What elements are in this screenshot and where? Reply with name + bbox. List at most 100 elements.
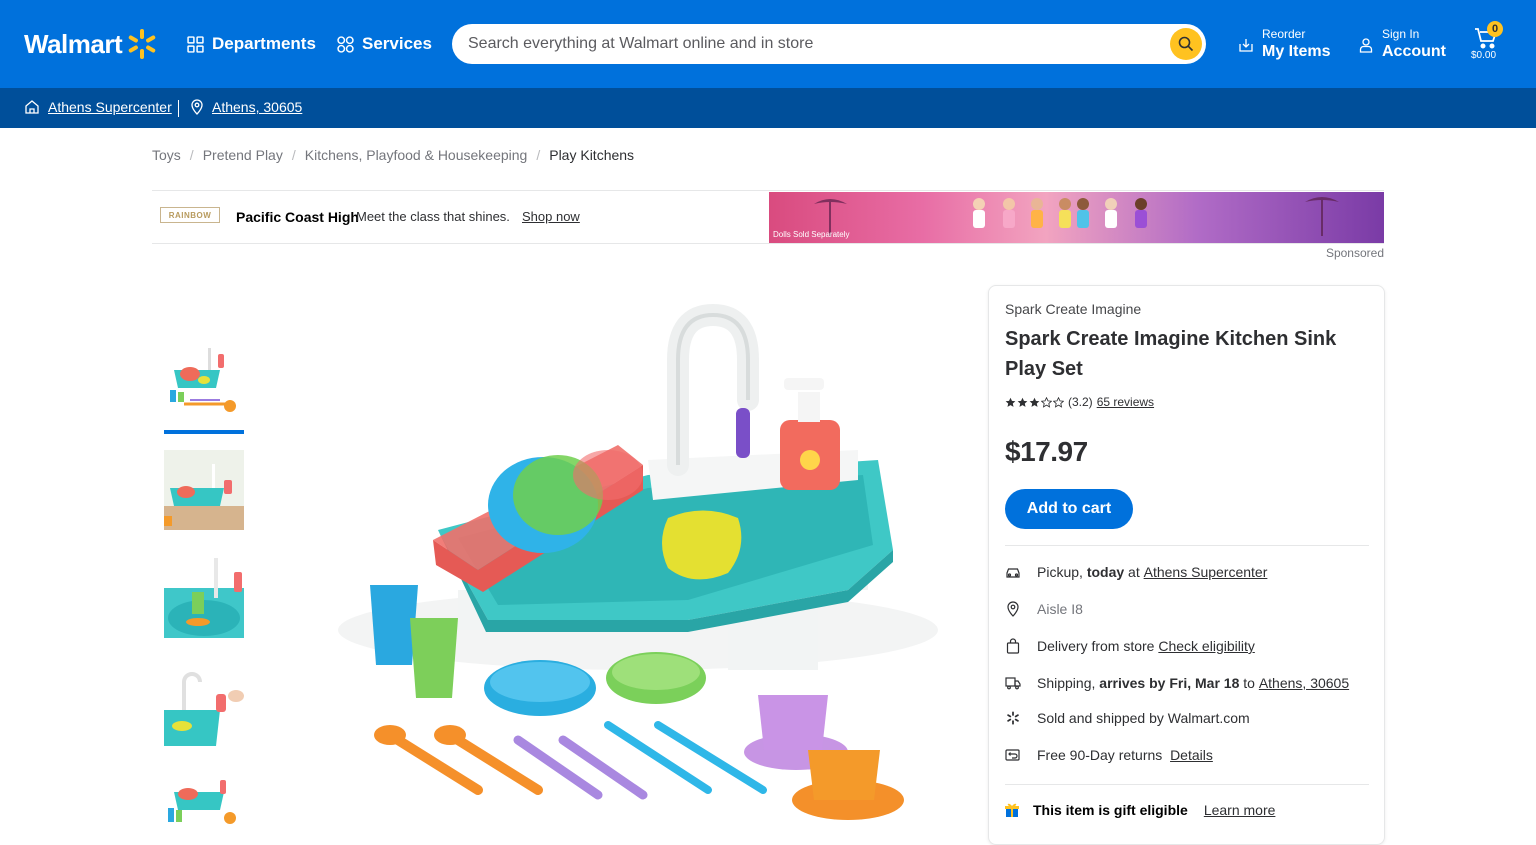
pickup-prefix: Pickup, bbox=[1037, 564, 1083, 580]
store-selector[interactable]: Athens Supercenter bbox=[24, 99, 172, 115]
account-link[interactable]: Sign In Account bbox=[1358, 26, 1446, 62]
departments-label: Departments bbox=[212, 34, 316, 53]
returns-details-link[interactable]: Details bbox=[1170, 747, 1213, 763]
buy-box: Spark Create Imagine Spark Create Imagin… bbox=[988, 285, 1385, 845]
add-to-cart-button[interactable]: Add to cart bbox=[1005, 489, 1133, 529]
services-button[interactable]: Services bbox=[337, 30, 432, 58]
user-icon bbox=[1359, 38, 1373, 53]
buybox-divider bbox=[1005, 545, 1369, 546]
thumbnail-selected-indicator bbox=[164, 430, 244, 434]
reorder-icon bbox=[1239, 39, 1253, 52]
shipping-prefix: Shipping, bbox=[1037, 675, 1096, 691]
search-bar bbox=[452, 24, 1206, 64]
thumbnail-image bbox=[164, 774, 244, 824]
reorder-big-label: My Items bbox=[1262, 43, 1331, 60]
services-icon bbox=[337, 35, 354, 53]
grid-icon bbox=[187, 35, 204, 53]
walmart-logo[interactable]: Walmart bbox=[24, 28, 158, 60]
shipping-option: Shipping, arrives by Fri, Mar 18 to Athe… bbox=[1005, 675, 1349, 691]
shipping-location-link[interactable]: Athens, 30605 bbox=[1259, 675, 1349, 691]
ad-disclaimer: Dolls Sold Separately bbox=[773, 230, 850, 239]
ad-brand-name: Pacific Coast High bbox=[236, 209, 359, 225]
star-empty-icon bbox=[1041, 396, 1052, 408]
pickup-store-link[interactable]: Athens Supercenter bbox=[1144, 564, 1268, 580]
car-icon bbox=[1005, 564, 1021, 580]
product-thumbnail-4[interactable] bbox=[164, 666, 244, 746]
product-thumbnail-2[interactable] bbox=[164, 450, 244, 530]
ad-brand-logo: RAINBOW bbox=[160, 207, 220, 223]
sponsored-label: Sponsored bbox=[1325, 246, 1384, 260]
sold-by-label: Sold and shipped by Walmart.com bbox=[1037, 710, 1250, 726]
product-thumbnail-5[interactable] bbox=[164, 774, 244, 824]
breadcrumb-separator: / bbox=[189, 147, 194, 163]
main-product-image[interactable] bbox=[318, 300, 938, 824]
product-rating[interactable]: (3.2) 65 reviews bbox=[1005, 395, 1154, 409]
account-big-label: Account bbox=[1382, 43, 1446, 60]
truck-icon bbox=[1005, 675, 1021, 691]
ad-illustration bbox=[814, 197, 1339, 236]
pickup-option: Pickup, today at Athens Supercenter bbox=[1005, 564, 1267, 580]
breadcrumb-item[interactable]: Kitchens, Playfood & Housekeeping bbox=[305, 147, 528, 163]
pickup-time: today bbox=[1086, 564, 1125, 580]
breadcrumb-item[interactable]: Pretend Play bbox=[203, 147, 283, 163]
shipping-to: to bbox=[1243, 675, 1255, 691]
sponsored-ad-banner[interactable]: RAINBOW Pacific Coast High Meet the clas… bbox=[152, 190, 1384, 244]
thumbnail-image bbox=[164, 450, 244, 530]
shipping-arrival: arrives by Fri, Mar 18 bbox=[1099, 675, 1240, 691]
aisle-info: Aisle I8 bbox=[1005, 601, 1083, 617]
cart-button[interactable]: 0 $0.00 bbox=[1470, 21, 1503, 61]
returns-icon bbox=[1005, 747, 1021, 763]
reorder-small-label: Reorder bbox=[1262, 27, 1306, 41]
returns-label: Free 90-Day returns bbox=[1037, 747, 1163, 763]
aisle-label: Aisle I8 bbox=[1037, 601, 1083, 617]
cart-total: $0.00 bbox=[1471, 50, 1497, 61]
breadcrumb-separator: / bbox=[291, 147, 296, 163]
breadcrumb-current[interactable]: Play Kitchens bbox=[549, 147, 634, 163]
store-link[interactable]: Athens Supercenter bbox=[48, 99, 172, 115]
check-eligibility-link[interactable]: Check eligibility bbox=[1158, 638, 1254, 654]
gift-eligible-info: This item is gift eligible Learn more bbox=[1005, 802, 1275, 818]
services-label: Services bbox=[362, 34, 432, 53]
location-pin-icon bbox=[1005, 601, 1021, 617]
star-empty-icon bbox=[1053, 396, 1064, 408]
search-button[interactable] bbox=[1170, 28, 1202, 60]
gift-eligible-label: This item is gift eligible bbox=[1033, 802, 1188, 818]
star-filled-icon bbox=[1029, 397, 1040, 407]
brand-name: Walmart bbox=[24, 28, 123, 59]
star-filled-icon bbox=[1017, 397, 1028, 407]
product-thumbnail-3[interactable] bbox=[164, 558, 244, 638]
ad-banner-image[interactable]: Dolls Sold Separately bbox=[769, 192, 1384, 243]
ad-shop-now-link[interactable]: Shop now bbox=[522, 209, 580, 224]
breadcrumb-separator: / bbox=[536, 147, 541, 163]
cart-count-badge: 0 bbox=[1487, 21, 1503, 37]
subbar-divider bbox=[178, 100, 179, 117]
pickup-at: at bbox=[1128, 564, 1140, 580]
kitchen-sink-play-set-image bbox=[338, 303, 938, 820]
signin-small-label: Sign In bbox=[1382, 27, 1420, 41]
gift-icon bbox=[1005, 803, 1019, 817]
reorder-link[interactable]: Reorder My Items bbox=[1238, 26, 1330, 62]
search-icon bbox=[1178, 36, 1194, 52]
thumbnail-image bbox=[164, 340, 244, 420]
star-rating bbox=[1005, 396, 1064, 408]
gift-learn-more-link[interactable]: Learn more bbox=[1204, 802, 1276, 818]
returns-info: Free 90-Day returns Details bbox=[1005, 747, 1213, 763]
location-link[interactable]: Athens, 30605 bbox=[212, 99, 302, 115]
product-brand-link[interactable]: Spark Create Imagine bbox=[1005, 301, 1141, 317]
shopping-bag-icon bbox=[1005, 638, 1021, 654]
reviews-link[interactable]: 65 reviews bbox=[1097, 395, 1154, 409]
product-title: Spark Create Imagine Kitchen Sink Play S… bbox=[1005, 328, 1337, 380]
product-thumbnail-1[interactable] bbox=[164, 340, 244, 420]
departments-button[interactable]: Departments bbox=[187, 30, 316, 58]
ad-tagline: Meet the class that shines. bbox=[356, 209, 510, 224]
thumbnail-image bbox=[164, 666, 244, 746]
location-selector[interactable]: Athens, 30605 bbox=[190, 99, 302, 115]
search-input[interactable] bbox=[468, 24, 1158, 64]
location-pin-icon bbox=[191, 99, 203, 115]
store-icon bbox=[25, 100, 39, 114]
breadcrumb: Toys / Pretend Play / Kitchens, Playfood… bbox=[152, 147, 634, 163]
star-filled-icon bbox=[1005, 397, 1016, 407]
breadcrumb-item[interactable]: Toys bbox=[152, 147, 181, 163]
delivery-prefix: Delivery from store bbox=[1037, 638, 1155, 654]
rating-value: (3.2) bbox=[1068, 395, 1093, 409]
